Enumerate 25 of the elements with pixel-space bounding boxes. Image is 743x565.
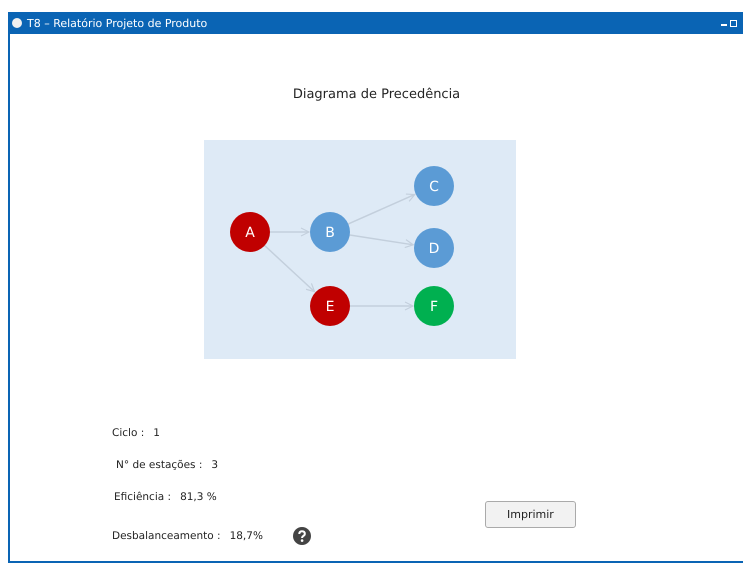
stat-value: 1 — [153, 427, 160, 439]
node: E — [310, 286, 350, 326]
arrow — [350, 301, 414, 311]
node: D — [414, 228, 454, 268]
arrow — [270, 227, 310, 237]
diagram-title: Diagrama de Precedência — [292, 87, 462, 102]
app-icon — [12, 18, 22, 28]
print-button[interactable]: Imprimir — [484, 501, 576, 528]
node: C — [414, 166, 454, 206]
stat-label: Desbalanceamento : — [112, 530, 221, 542]
arrow — [350, 234, 414, 248]
node: A — [230, 212, 270, 252]
arrow — [264, 245, 316, 292]
node: F — [414, 286, 454, 326]
stat-label: Ciclo : — [112, 427, 144, 439]
stat-label: N° de estações : — [116, 459, 202, 471]
stat-label: Eficiência : — [114, 491, 172, 503]
window-title: T8 – Relatório Projeto de Produto — [27, 16, 208, 30]
stat-value: 18,7% — [230, 530, 263, 542]
arrow — [348, 193, 416, 225]
maximize-icon[interactable] — [730, 20, 737, 26]
stat-value: 3 — [211, 459, 218, 471]
help-icon[interactable] — [292, 527, 311, 545]
node: B — [310, 212, 350, 252]
stat-value: 81,3 % — [180, 491, 217, 503]
